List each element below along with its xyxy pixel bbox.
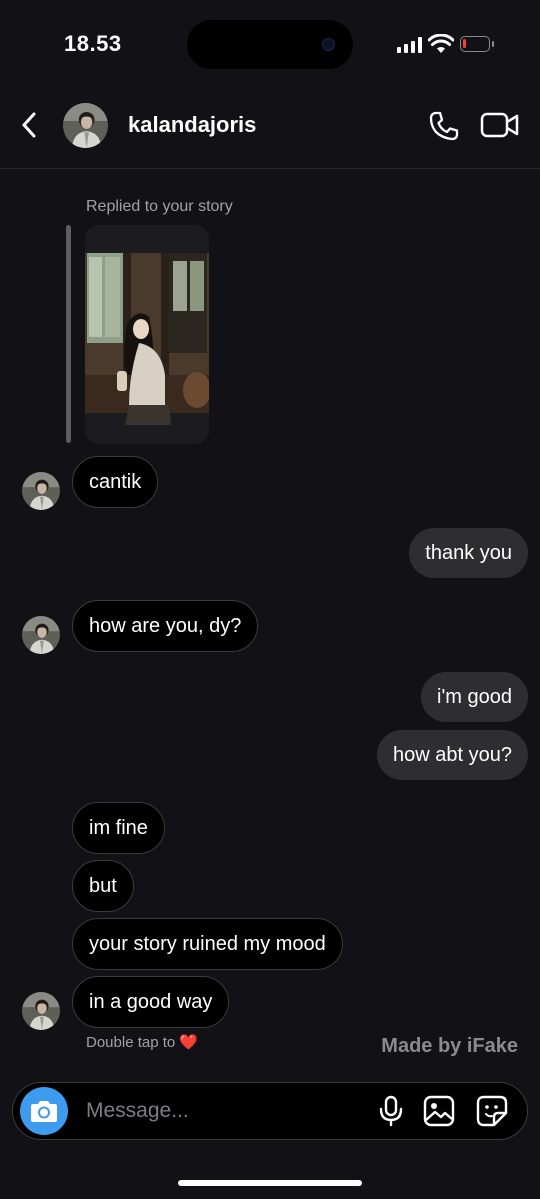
incoming-message[interactable]: in a good way [72, 976, 230, 1028]
video-camera-icon[interactable] [480, 110, 520, 140]
incoming-message[interactable]: im fine [72, 802, 165, 854]
front-camera-dot [322, 38, 335, 51]
status-time: 18.53 [64, 31, 122, 56]
camera-icon [31, 1101, 57, 1122]
contact-avatar-small[interactable] [22, 472, 60, 510]
contact-avatar[interactable] [63, 103, 108, 148]
incoming-message[interactable]: your story ruined my mood [72, 918, 343, 970]
microphone-icon[interactable] [377, 1095, 405, 1127]
outgoing-message[interactable]: i'm good [421, 672, 528, 722]
story-thumbnail[interactable] [85, 225, 209, 444]
double-tap-hint: Double tap to ❤️ [86, 1033, 198, 1051]
cellular-signal-icon [397, 37, 423, 53]
double-tap-label: Double tap to [86, 1034, 176, 1051]
incoming-message[interactable]: cantik [72, 456, 159, 508]
home-indicator[interactable] [178, 1180, 362, 1186]
reply-quote-bar [66, 225, 71, 443]
battery-level-fill [463, 39, 466, 48]
outgoing-message[interactable]: thank you [409, 528, 528, 578]
chevron-left-icon[interactable] [18, 110, 40, 140]
phone-icon[interactable] [428, 110, 460, 142]
incoming-message[interactable]: but [72, 860, 134, 912]
camera-button[interactable] [20, 1087, 68, 1135]
replied-to-story-label: Replied to your story [86, 198, 233, 215]
battery-icon [460, 36, 494, 52]
outgoing-message[interactable]: how abt you? [377, 730, 528, 780]
contact-avatar-small[interactable] [22, 992, 60, 1030]
watermark: Made by iFake [381, 1035, 518, 1057]
incoming-message[interactable]: how are you, dy? [72, 600, 259, 652]
gallery-icon[interactable] [423, 1095, 455, 1127]
heart-icon: ❤️ [179, 1034, 199, 1051]
contact-avatar-small[interactable] [22, 616, 60, 654]
header-divider [0, 168, 540, 169]
wifi-icon [428, 34, 454, 53]
contact-username[interactable]: kalandajoris [128, 112, 256, 138]
sticker-icon[interactable] [476, 1095, 508, 1127]
message-input[interactable] [86, 1096, 366, 1126]
